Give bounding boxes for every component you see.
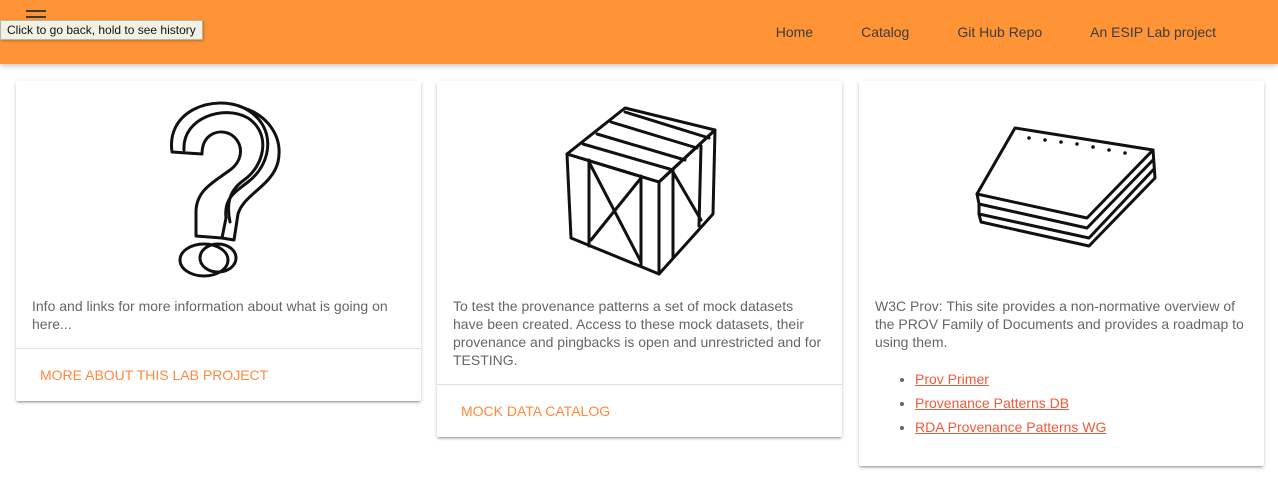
card-text: W3C Prov: This site provides a non-norma… <box>875 298 1244 350</box>
card-action: MOCK DATA CATALOG <box>437 384 842 436</box>
card-description: Info and links for more information abou… <box>32 298 388 332</box>
mock-data-card: To test the provenance patterns a set of… <box>437 81 842 437</box>
info-card: Info and links for more information abou… <box>16 81 421 401</box>
prov-primer-link[interactable]: Prov Primer <box>915 371 989 387</box>
nav-links: Home Catalog Git Hub Repo An ESIP Lab pr… <box>752 0 1240 64</box>
more-about-lab-button[interactable]: MORE ABOUT THIS LAB PROJECT <box>40 367 268 383</box>
rda-provenance-patterns-wg-link[interactable]: RDA Provenance Patterns WG <box>915 419 1106 435</box>
card-description: To test the provenance patterns a set of… <box>453 298 822 368</box>
list-item: RDA Provenance Patterns WG <box>915 415 1248 439</box>
mock-data-catalog-button[interactable]: MOCK DATA CATALOG <box>461 403 610 419</box>
paper-stack-icon <box>975 126 1156 248</box>
nav-link-home[interactable]: Home <box>752 0 837 64</box>
crate-icon <box>565 106 716 276</box>
list-item: Provenance Patterns DB <box>915 391 1248 415</box>
question-mark-icon <box>169 101 281 278</box>
w3c-prov-card: W3C Prov: This site provides a non-norma… <box>859 81 1264 466</box>
card-image <box>16 81 421 289</box>
list-item: Prov Primer <box>915 367 1248 391</box>
prov-links-list: Prov Primer Provenance Patterns DB RDA P… <box>875 367 1248 439</box>
nav-link-catalog[interactable]: Catalog <box>837 0 933 64</box>
nav-link-github-repo[interactable]: Git Hub Repo <box>933 0 1066 64</box>
nav-link-esip-lab[interactable]: An ESIP Lab project <box>1066 0 1240 64</box>
provenance-patterns-db-link[interactable]: Provenance Patterns DB <box>915 395 1069 411</box>
card-description: W3C Prov: This site provides a non-norma… <box>859 289 1264 455</box>
back-button-tooltip: Click to go back, hold to see history <box>0 20 203 40</box>
card-image <box>437 81 842 289</box>
card-action: MORE ABOUT THIS LAB PROJECT <box>16 348 421 400</box>
card-image <box>859 81 1264 289</box>
